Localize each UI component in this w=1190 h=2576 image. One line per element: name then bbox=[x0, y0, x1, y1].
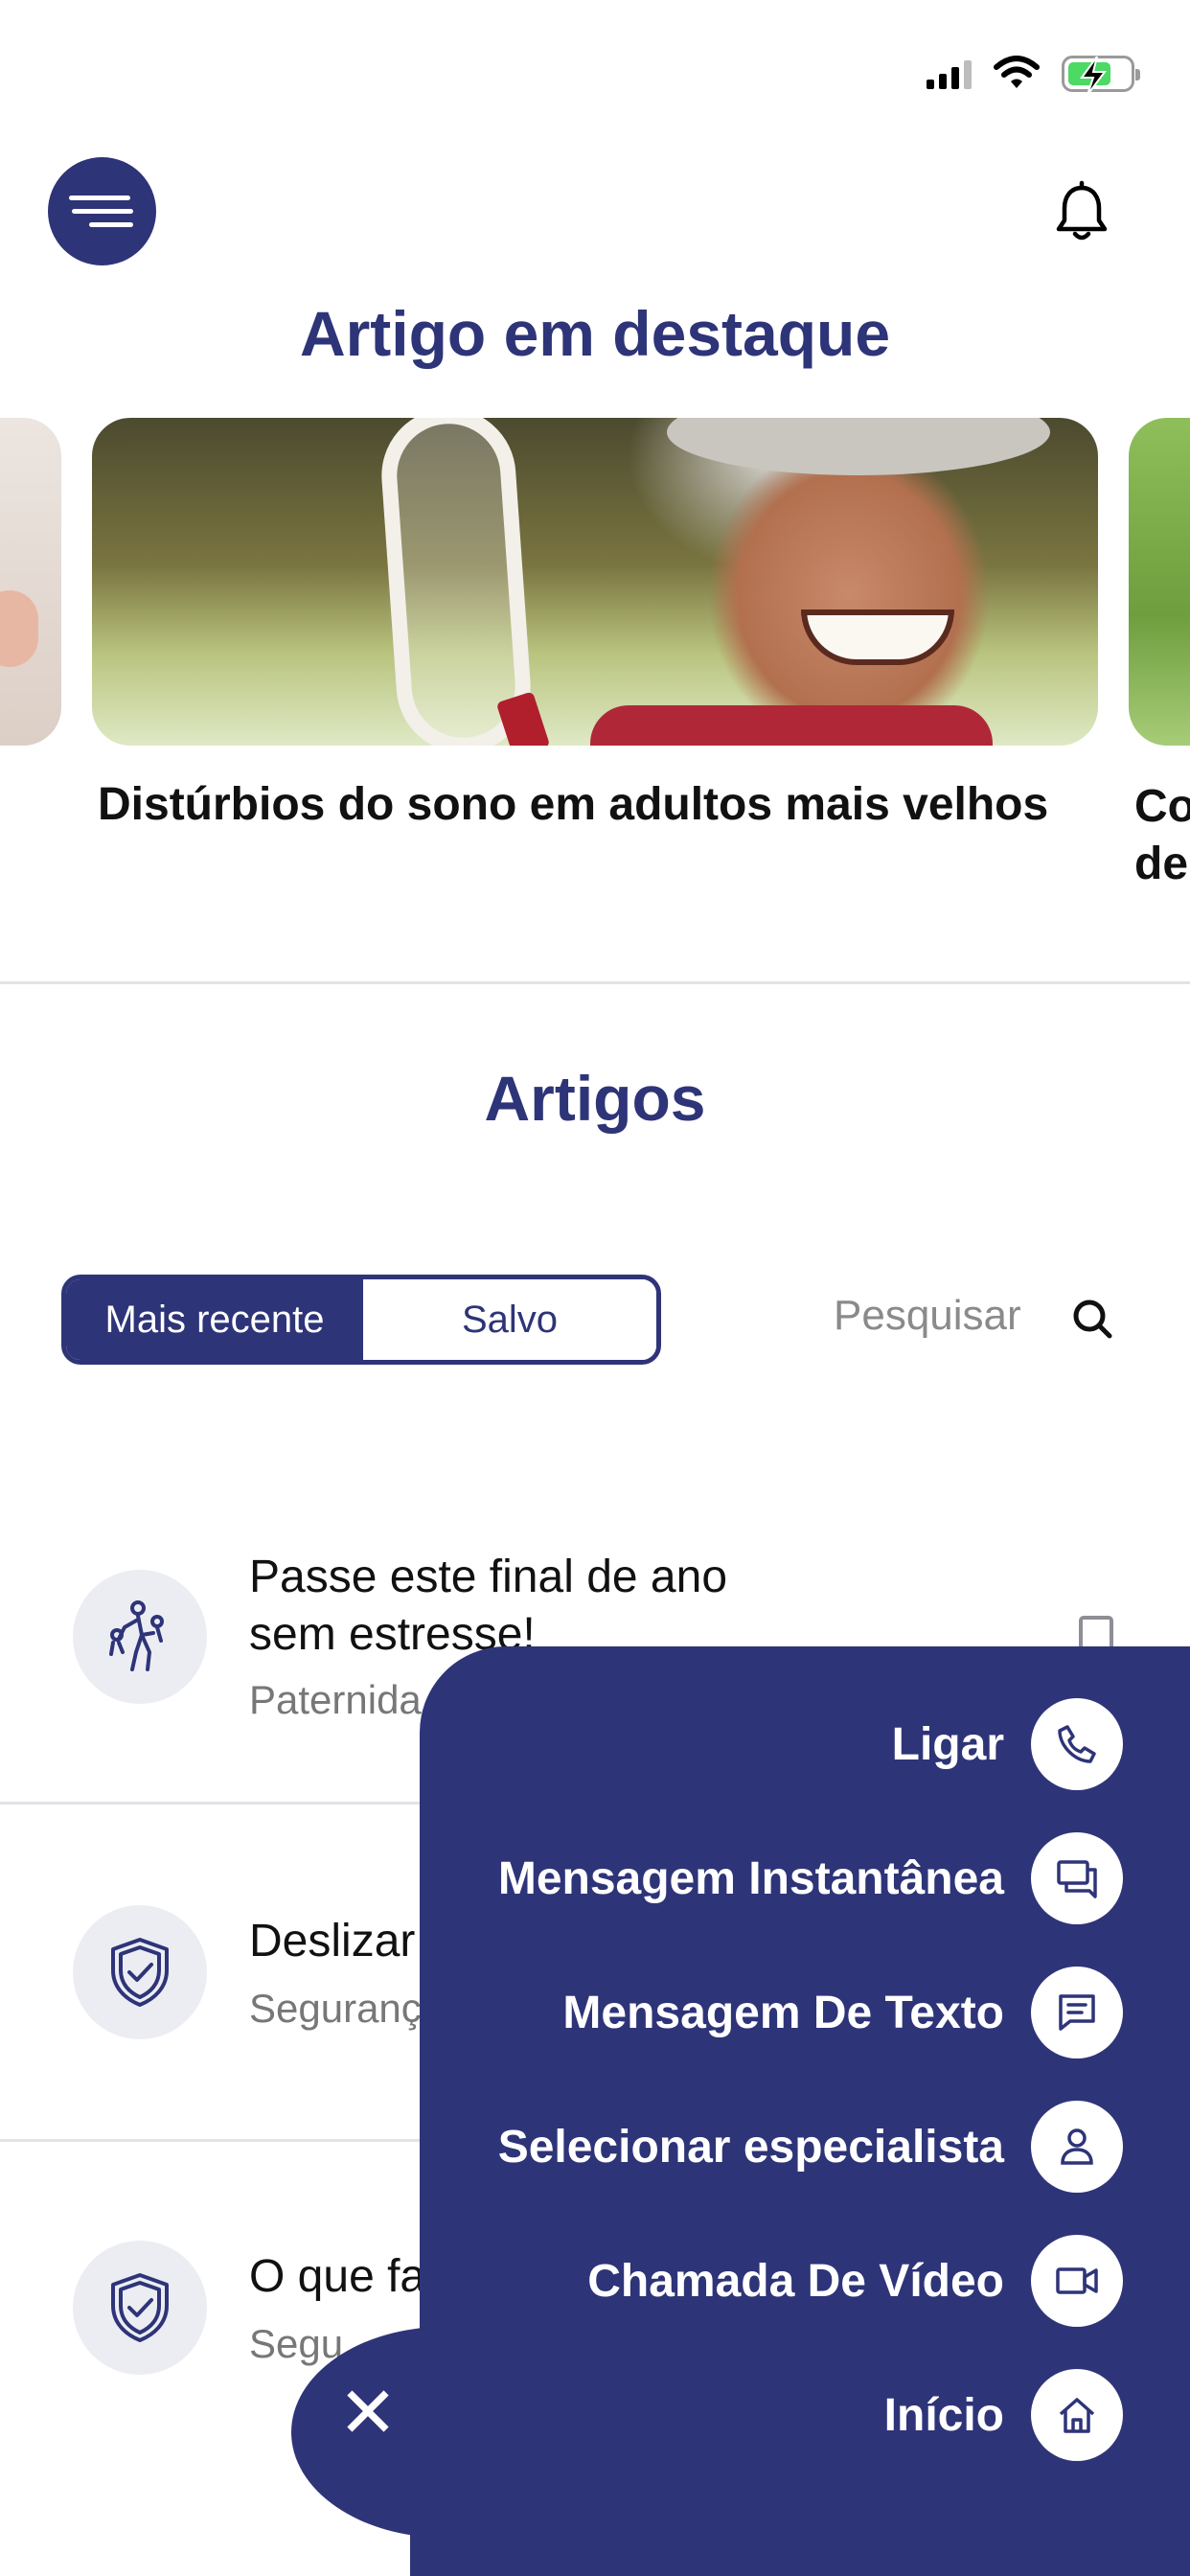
list-item-category: Paternida bbox=[249, 1677, 422, 1722]
shield-check-icon bbox=[111, 1938, 169, 2007]
articles-tab-control: Mais recente Salvo bbox=[61, 1275, 661, 1365]
featured-card-title[interactable]: Distúrbios do sono em adultos mais velho… bbox=[98, 778, 1048, 831]
person-icon bbox=[1031, 2101, 1123, 2193]
menu-option-label: Início bbox=[883, 2389, 1004, 2441]
status-bar bbox=[927, 50, 1140, 98]
articles-section-title: Artigos bbox=[484, 1063, 706, 1134]
list-item-category: Segu bbox=[249, 2321, 344, 2366]
list-item-icon bbox=[73, 2241, 207, 2375]
featured-card-next-title[interactable]: Co de bbox=[1134, 778, 1190, 893]
menu-option-mensagem-instantanea[interactable]: Mensagem Instantânea bbox=[498, 1832, 1123, 1924]
search-label[interactable]: Pesquisar bbox=[834, 1292, 1021, 1340]
parent-child-icon bbox=[109, 1600, 164, 1671]
bell-icon[interactable] bbox=[1048, 180, 1115, 247]
message-icon bbox=[1031, 1966, 1123, 2058]
home-icon bbox=[1031, 2369, 1123, 2461]
video-camera-icon bbox=[1031, 2235, 1123, 2327]
menu-option-ligar[interactable]: Ligar bbox=[892, 1698, 1123, 1790]
list-item-title[interactable]: O que fa bbox=[249, 2248, 425, 2306]
shield-check-icon bbox=[111, 2273, 169, 2342]
tab-salvo[interactable]: Salvo bbox=[363, 1279, 656, 1360]
chat-bubbles-icon bbox=[1031, 1832, 1123, 1924]
list-item-icon bbox=[73, 1905, 207, 2039]
tab-mais-recente[interactable]: Mais recente bbox=[66, 1279, 363, 1360]
list-item-category: Seguranç bbox=[249, 1986, 422, 2031]
menu-option-mensagem-de-texto[interactable]: Mensagem De Texto bbox=[562, 1966, 1123, 2058]
list-item-icon bbox=[73, 1570, 207, 1704]
menu-option-label: Mensagem De Texto bbox=[562, 1987, 1004, 2038]
menu-option-label: Chamada De Vídeo bbox=[587, 2255, 1004, 2307]
menu-icon bbox=[68, 196, 130, 200]
battery-charging-icon bbox=[1062, 56, 1140, 96]
list-item-title[interactable]: Deslizar bbox=[249, 1913, 415, 1970]
featured-card-next[interactable] bbox=[1129, 418, 1190, 746]
signal-icon bbox=[927, 58, 972, 89]
menu-option-selecionar-especialista[interactable]: Selecionar especialista bbox=[498, 2101, 1123, 2193]
phone-icon bbox=[1031, 1698, 1123, 1790]
menu-button[interactable] bbox=[48, 157, 156, 265]
menu-option-label: Ligar bbox=[891, 1718, 1004, 1770]
menu-option-label: Mensagem Instantânea bbox=[497, 1852, 1004, 1904]
featured-card-previous[interactable] bbox=[0, 418, 61, 746]
section-divider bbox=[0, 981, 1190, 984]
menu-option-chamada-de-video[interactable]: Chamada De Vídeo bbox=[587, 2235, 1123, 2327]
featured-section-title: Artigo em destaque bbox=[299, 298, 891, 369]
wifi-icon bbox=[994, 56, 1040, 88]
search-icon[interactable] bbox=[1069, 1296, 1117, 1344]
featured-card-image[interactable] bbox=[92, 418, 1098, 746]
menu-option-label: Selecionar especialista bbox=[497, 2121, 1004, 2173]
close-menu-button[interactable]: ✕ bbox=[337, 2378, 399, 2449]
menu-option-inicio[interactable]: Início bbox=[884, 2369, 1123, 2461]
